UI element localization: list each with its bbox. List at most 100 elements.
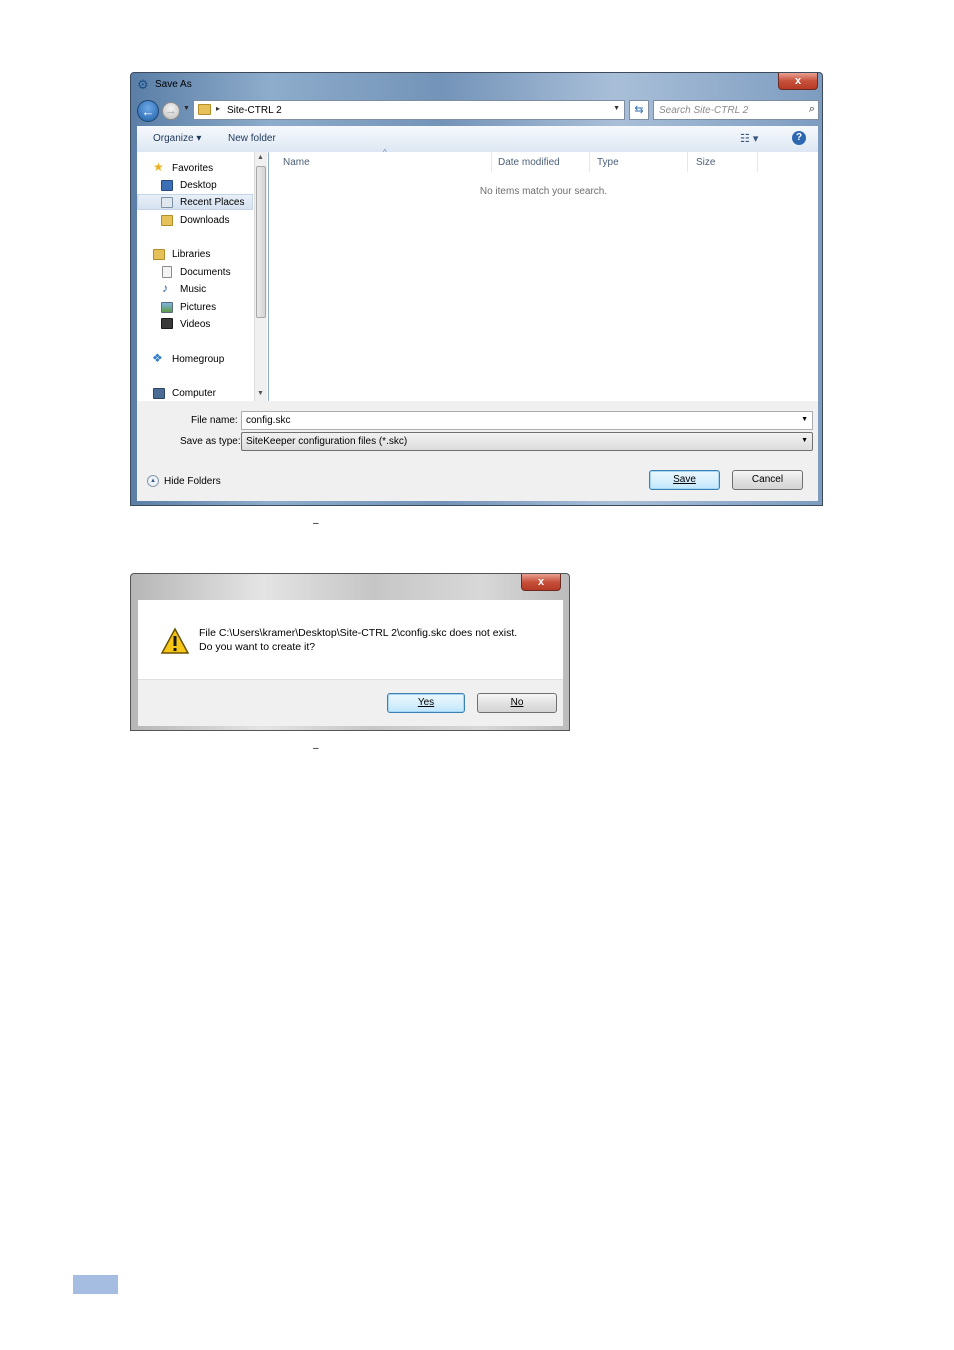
new-folder-button[interactable]: New folder [228, 133, 276, 144]
chevron-down-icon[interactable]: ▼ [801, 416, 808, 423]
caption-mark: – [313, 743, 319, 754]
message-content: File C:\Users\kramer\Desktop\Site-CTRL 2… [138, 600, 563, 682]
nav-downloads[interactable]: Downloads [137, 212, 253, 228]
folder-icon [198, 104, 211, 115]
scroll-up-icon[interactable]: ▲ [257, 154, 264, 161]
organize-menu[interactable]: Organize ▾ [153, 133, 201, 144]
document-icon [162, 266, 172, 278]
save-as-type-select[interactable]: SiteKeeper configuration files (*.skc) ▼ [241, 432, 813, 451]
arrow-right-icon: → [165, 105, 177, 117]
file-name-input[interactable]: config.skc ▼ [241, 411, 813, 430]
no-button[interactable]: No [477, 693, 557, 713]
forward-button[interactable]: → [162, 102, 180, 120]
column-header-date-modified[interactable]: Date modified [498, 157, 560, 168]
chevron-up-glyph: ▲ [150, 478, 156, 484]
search-input[interactable]: Search Site-CTRL 2 ⌕ [653, 100, 819, 120]
chevron-down-icon[interactable]: ▼ [613, 105, 620, 112]
music-note-icon: ♪ [162, 281, 168, 295]
address-row: ← → ▼ ▸ Site-CTRL 2 ▼ ⇆ Search Site-CTRL… [135, 99, 819, 123]
caption-mark: – [313, 518, 319, 529]
save-as-type-value: SiteKeeper configuration files (*.skc) [246, 436, 408, 447]
nav-label: Videos [180, 319, 211, 330]
nav-libraries[interactable]: Libraries [137, 246, 253, 262]
message-button-area: Yes No [138, 679, 563, 726]
nav-desktop[interactable]: Desktop [137, 177, 253, 193]
save-button-label: Save [673, 474, 696, 485]
view-options-icon[interactable]: ☷ ▾ [740, 132, 758, 145]
warning-icon [160, 627, 192, 655]
nav-pictures[interactable]: Pictures [137, 299, 253, 315]
cancel-button-label: Cancel [751, 474, 784, 485]
column-header-name[interactable]: Name [283, 157, 310, 168]
scroll-down-icon[interactable]: ▼ [257, 390, 264, 397]
column-separator[interactable] [757, 152, 758, 172]
back-button[interactable]: ← [137, 100, 159, 122]
nav-label: Recent Places [180, 197, 245, 208]
close-icon: x [537, 576, 545, 588]
close-button[interactable]: x [778, 73, 818, 90]
pictures-icon [161, 302, 173, 313]
downloads-folder-icon [161, 215, 173, 226]
file-name-value: config.skc [246, 415, 291, 426]
command-toolbar: Organize ▾ New folder ☷ ▾ ? [137, 126, 818, 153]
libraries-icon [153, 249, 165, 260]
nav-label: Documents [180, 267, 231, 278]
breadcrumb-separator-icon[interactable]: ▸ [216, 104, 220, 113]
help-icon[interactable]: ? [792, 131, 806, 145]
column-separator[interactable] [687, 152, 688, 172]
column-separator[interactable] [589, 152, 590, 172]
scrollbar-thumb[interactable] [256, 166, 266, 318]
hide-folders-button[interactable]: Hide Folders [164, 476, 221, 487]
save-button[interactable]: Save [649, 470, 720, 490]
search-icon[interactable]: ⌕ [809, 103, 815, 116]
message-line-1: File C:\Users\kramer\Desktop\Site-CTRL 2… [199, 627, 518, 639]
file-name-label: File name: [191, 415, 238, 426]
arrow-left-icon: ← [141, 104, 155, 119]
save-as-type-label: Save as type: [180, 436, 241, 447]
navigation-scrollbar[interactable]: ▲ ▼ [254, 152, 267, 401]
cancel-button[interactable]: Cancel [732, 470, 803, 490]
nav-label: Computer [172, 388, 216, 399]
nav-computer[interactable]: Computer [137, 385, 253, 401]
yes-button[interactable]: Yes [387, 693, 465, 713]
gear-icon: ⚙ [137, 77, 149, 92]
refresh-icon: ⇆ [634, 104, 644, 116]
file-list-pane[interactable]: Name ^ Date modified Type Size No items … [269, 148, 818, 401]
film-strip-icon [161, 318, 173, 329]
navigation-pane: ★ Favorites Desktop Recent Places Downlo… [137, 152, 268, 401]
dialog-title: Save As [155, 79, 192, 90]
close-button[interactable]: x [521, 574, 561, 591]
computer-icon [153, 388, 165, 399]
star-icon: ★ [153, 160, 164, 174]
nav-label: Music [180, 284, 207, 295]
search-placeholder: Search Site-CTRL 2 [659, 105, 749, 116]
nav-label: Homegroup [172, 354, 225, 365]
nav-label: Libraries [172, 249, 211, 260]
breadcrumb-site-ctrl-2[interactable]: Site-CTRL 2 [227, 105, 282, 116]
nav-homegroup[interactable]: ❖ Homegroup [137, 351, 253, 367]
column-header-size[interactable]: Size [696, 157, 715, 168]
nav-documents[interactable]: Documents [137, 264, 253, 280]
save-as-dialog: ⚙ Save As x ← → ▼ ▸ Site-CTRL 2 ▼ ⇆ Sear… [130, 72, 823, 506]
save-as-titlebar[interactable]: ⚙ Save As x [131, 73, 822, 97]
nav-music[interactable]: ♪ Music [137, 281, 253, 297]
nav-label: Pictures [180, 302, 217, 313]
recent-locations-dropdown[interactable]: ▼ [183, 105, 190, 112]
nav-label: Desktop [180, 180, 217, 191]
column-header-type[interactable]: Type [597, 157, 619, 168]
address-bar[interactable]: ▸ Site-CTRL 2 ▼ [193, 100, 625, 120]
nav-videos[interactable]: Videos [137, 316, 253, 332]
chevron-down-icon[interactable]: ▼ [801, 437, 808, 444]
nav-label: Downloads [180, 215, 230, 226]
nav-label: Favorites [172, 163, 214, 174]
homegroup-icon: ❖ [152, 351, 163, 365]
column-separator[interactable] [491, 152, 492, 172]
page-number-tab [73, 1275, 118, 1294]
refresh-button[interactable]: ⇆ [629, 100, 649, 120]
desktop-icon [161, 180, 173, 191]
recent-places-icon [161, 197, 173, 208]
chevron-up-icon[interactable]: ▲ [147, 475, 159, 487]
nav-recent-places[interactable]: Recent Places [137, 194, 253, 210]
nav-favorites[interactable]: ★ Favorites [137, 160, 253, 176]
message-line-2: Do you want to create it? [199, 641, 316, 653]
